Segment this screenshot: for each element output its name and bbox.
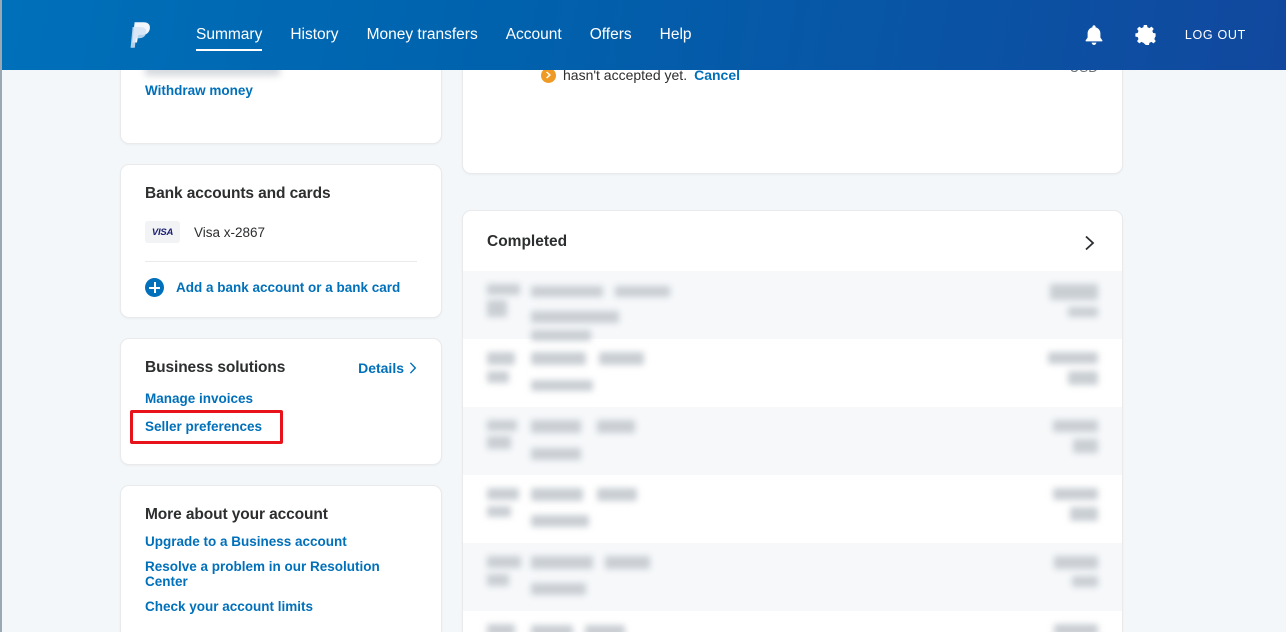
completed-activity-panel: Completed (462, 210, 1123, 632)
add-bank-account-row[interactable]: Add a bank account or a bank card (145, 278, 417, 297)
business-solutions-header: Business solutions Details (145, 359, 417, 377)
bank-accounts-card: Bank accounts and cards VISA Visa x-2867… (120, 164, 442, 318)
upgrade-business-account-link[interactable]: Upgrade to a Business account (145, 534, 417, 549)
gear-icon[interactable] (1133, 22, 1159, 48)
transaction-amount (1028, 624, 1098, 632)
visa-logo-icon: VISA (145, 221, 180, 243)
visa-account-row[interactable]: VISA Visa x-2867 (145, 221, 417, 243)
nav-label: Summary (196, 26, 263, 43)
transaction-date (487, 556, 531, 586)
paypal-logo-icon[interactable] (130, 21, 152, 49)
account-limits-link[interactable]: Check your account limits (145, 599, 417, 614)
transaction-date (487, 284, 531, 317)
nav-label: History (290, 26, 339, 43)
seller-preferences-link[interactable]: Seller preferences (145, 419, 262, 434)
nav-label: Help (659, 26, 692, 43)
table-row[interactable] (463, 611, 1122, 632)
transaction-details (531, 352, 1028, 391)
transaction-date (487, 624, 531, 632)
logout-button[interactable]: LOG OUT (1185, 28, 1246, 42)
main-nav: Summary History Money transfers Account … (182, 15, 706, 55)
completed-header: Completed (463, 211, 1122, 271)
nav-item-offers[interactable]: Offers (576, 15, 646, 55)
transaction-amount (1028, 420, 1098, 453)
header-actions: LOG OUT (1081, 0, 1286, 70)
balance-card: Withdraw money (120, 60, 442, 144)
business-solutions-card: Business solutions Details Manage invoic… (120, 338, 442, 465)
nav-item-account[interactable]: Account (492, 15, 576, 55)
transaction-amount (1028, 556, 1098, 587)
transaction-date (487, 488, 531, 517)
seller-preferences-highlight: Seller preferences (130, 410, 284, 444)
manage-invoices-link[interactable]: Manage invoices (145, 391, 417, 406)
sidebar: Withdraw money Bank accounts and cards V… (120, 60, 442, 632)
visa-account-label: Visa x-2867 (194, 224, 266, 240)
bank-card-title: Bank accounts and cards (145, 185, 331, 202)
completed-title: Completed (487, 233, 568, 250)
resolution-center-link[interactable]: Resolve a problem in our Resolution Cent… (145, 559, 417, 589)
table-row[interactable] (463, 475, 1122, 543)
withdraw-money-link[interactable]: Withdraw money (145, 83, 253, 98)
transaction-details (531, 420, 1028, 460)
nav-item-money-transfers[interactable]: Money transfers (353, 15, 492, 55)
more-about-title: More about your account (145, 506, 328, 523)
table-row[interactable] (463, 407, 1122, 475)
transaction-details (531, 488, 1028, 527)
business-details-link[interactable]: Details (358, 360, 417, 376)
page-content: Withdraw money Bank accounts and cards V… (2, 26, 1286, 632)
transaction-details (531, 556, 1028, 595)
nav-item-help[interactable]: Help (646, 15, 706, 55)
nav-label: Offers (589, 26, 632, 43)
main-column: 02 Payment hasn't accepted yet. Cancel 0… (462, 26, 1123, 632)
transaction-amount (1028, 488, 1098, 521)
transaction-amount (1028, 284, 1098, 317)
business-links: Manage invoices Seller preferences (130, 391, 417, 444)
transaction-details (531, 284, 1028, 341)
nav-item-history[interactable]: History (276, 15, 352, 55)
bell-icon[interactable] (1081, 22, 1107, 48)
nav-label: Account (505, 26, 562, 43)
nav-label: Money transfers (366, 26, 478, 43)
transaction-amount (1028, 352, 1098, 385)
details-label: Details (358, 360, 404, 376)
table-row[interactable] (463, 271, 1122, 341)
completed-expand-button[interactable] (1084, 235, 1098, 251)
transaction-date (487, 352, 531, 383)
more-about-account-card: More about your account Upgrade to a Bus… (120, 485, 442, 632)
top-navigation-bar: Summary History Money transfers Account … (2, 0, 1286, 70)
nav-item-summary[interactable]: Summary (182, 15, 276, 55)
chevron-right-icon (409, 362, 417, 374)
paypal-summary-page: Summary History Money transfers Account … (0, 0, 1286, 632)
plus-circle-icon (145, 278, 164, 297)
business-solutions-title: Business solutions (145, 359, 286, 376)
more-about-links: Upgrade to a Business account Resolve a … (145, 534, 417, 614)
divider (145, 261, 417, 262)
add-bank-account-link[interactable]: Add a bank account or a bank card (176, 280, 400, 295)
table-row[interactable] (463, 339, 1122, 407)
transaction-details (531, 624, 1028, 632)
transaction-date (487, 420, 531, 449)
table-row[interactable] (463, 543, 1122, 611)
